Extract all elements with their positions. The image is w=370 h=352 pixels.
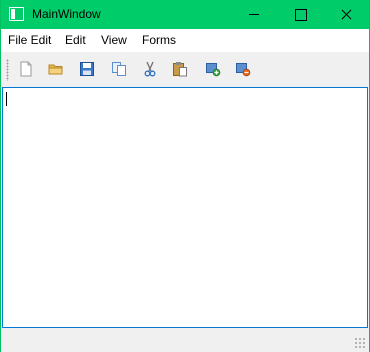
cut-icon[interactable]: [142, 61, 158, 77]
new-file-icon[interactable]: [18, 61, 34, 77]
save-icon[interactable]: [79, 61, 95, 77]
menu-edit[interactable]: Edit: [65, 33, 86, 47]
title-bar[interactable]: MainWindow: [1, 0, 369, 29]
toolbar-grip-handle[interactable]: [6, 59, 9, 81]
resize-grip-icon[interactable]: [354, 337, 366, 349]
remove-form-icon[interactable]: [235, 61, 251, 77]
app-window-icon: [9, 7, 24, 21]
copy-icon[interactable]: [111, 61, 127, 77]
text-cursor: [6, 92, 7, 106]
menu-file-edit[interactable]: File Edit: [8, 33, 51, 47]
menu-forms[interactable]: Forms: [142, 33, 176, 47]
close-icon[interactable]: [323, 0, 369, 29]
open-folder-icon[interactable]: [48, 61, 64, 77]
menu-bar: File Edit Edit View Forms: [1, 29, 369, 52]
paste-icon[interactable]: [172, 61, 188, 77]
status-bar: [1, 329, 369, 352]
maximize-icon[interactable]: [277, 0, 323, 29]
window-title: MainWindow: [32, 7, 101, 21]
menu-view[interactable]: View: [101, 33, 127, 47]
text-editor[interactable]: [2, 87, 368, 328]
main-window: MainWindow File Edit Edit View Forms: [0, 0, 370, 352]
add-form-icon[interactable]: [205, 61, 221, 77]
minimize-icon[interactable]: [231, 0, 277, 29]
toolbar: [1, 52, 369, 87]
